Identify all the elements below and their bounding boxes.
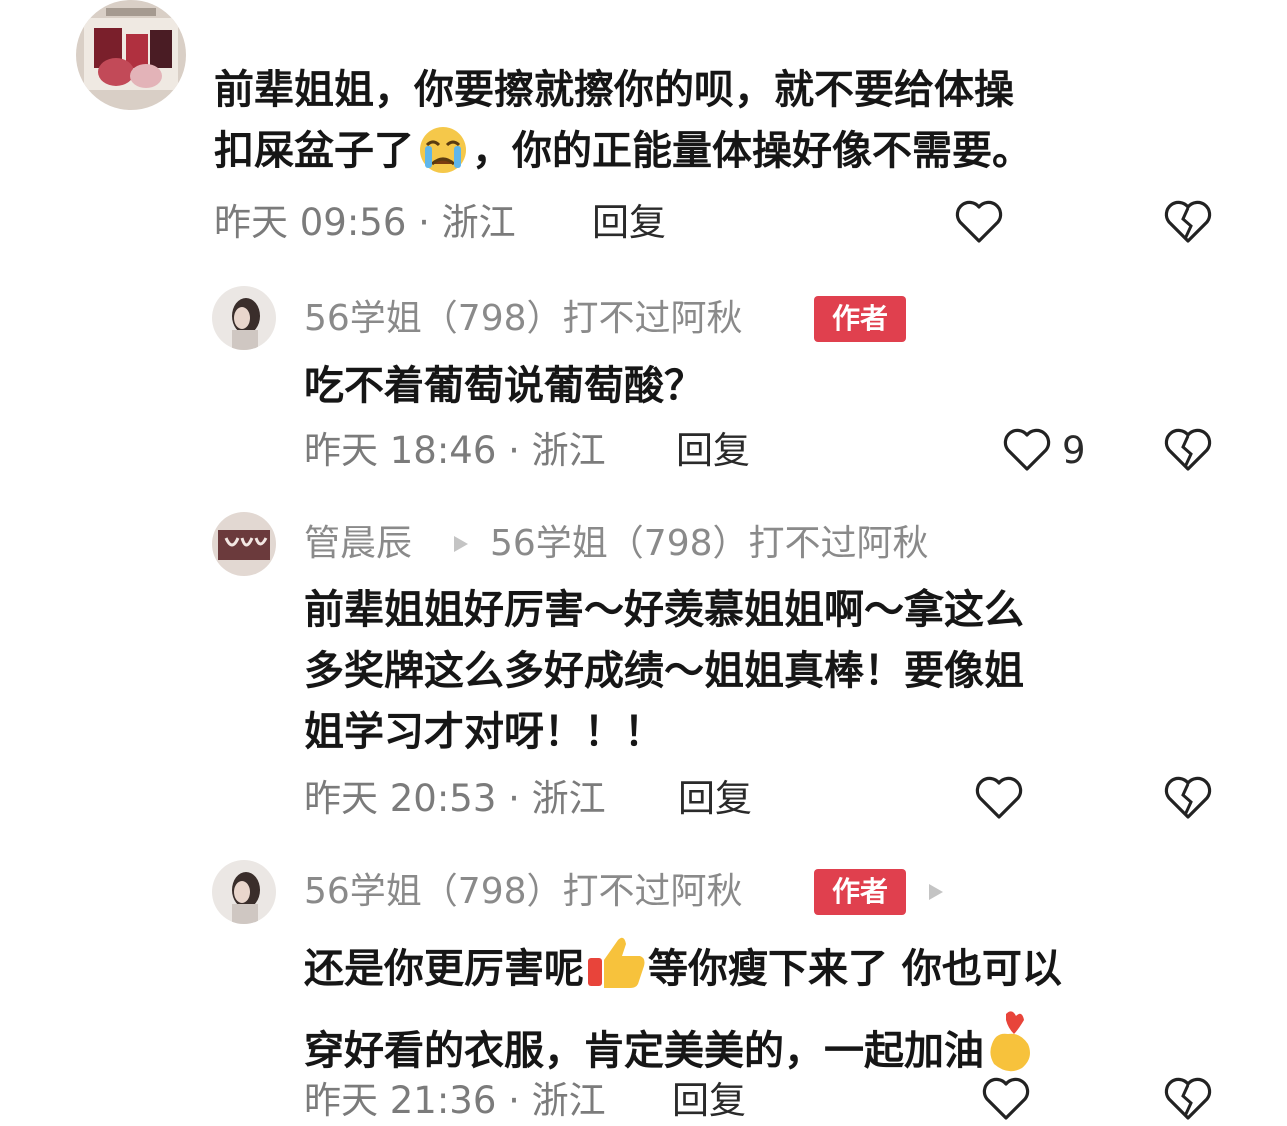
comment-line: 吃不着葡萄说葡萄酸？	[304, 363, 704, 409]
comment-text: 吃不着葡萄说葡萄酸？	[304, 356, 704, 417]
heart-outline-icon[interactable]	[1003, 427, 1051, 477]
comment-meta: 昨天 21:36 · 浙江	[304, 1079, 606, 1122]
comment-meta: 昨天 18:46 · 浙江	[304, 429, 606, 472]
comment-text: 前辈姐姐，你要擦就擦你的呗，就不要给体操 扣屎盆子了 ，你的正能量体操好像不需要。	[214, 60, 1032, 192]
comment-line: 前辈姐姐好厉害～好羡慕姐姐啊～拿这么	[304, 587, 1024, 633]
heart-outline-icon[interactable]	[955, 199, 1003, 249]
avatar[interactable]	[212, 860, 276, 924]
comment-line: 扣屎盆子了 ，你的正能量体操好像不需要。	[214, 121, 1032, 192]
comment-line: 姐学习才对呀！！！	[304, 709, 664, 755]
heart-outline-icon[interactable]	[975, 775, 1023, 825]
like-count: 9	[1062, 429, 1086, 472]
thumbs-up-emoji	[584, 932, 648, 1010]
username[interactable]: 56学姐（798）打不过阿秋	[304, 869, 743, 915]
username[interactable]: 56学姐（798）打不过阿秋	[304, 296, 743, 342]
author-badge: 作者	[814, 296, 906, 342]
reply-button[interactable]: 回复	[672, 1078, 746, 1124]
comment-line: 前辈姐姐，你要擦就擦你的呗，就不要给体操	[214, 67, 1014, 113]
avatar[interactable]	[212, 286, 276, 350]
reply-button[interactable]: 回复	[592, 200, 666, 246]
comment-text: 前辈姐姐好厉害～好羡慕姐姐啊～拿这么 多奖牌这么多好成绩～姐姐真棒！要像姐 姐学…	[304, 580, 1024, 763]
comment-meta: 昨天 09:56 · 浙江	[214, 201, 516, 244]
broken-heart-icon[interactable]	[1164, 199, 1212, 249]
play-triangle-icon	[926, 882, 946, 906]
comment-meta: 昨天 20:53 · 浙江	[304, 777, 606, 820]
broken-heart-icon[interactable]	[1164, 775, 1212, 825]
reply-to-username[interactable]: 56学姐（798）打不过阿秋	[490, 521, 929, 567]
reply-button[interactable]: 回复	[676, 428, 750, 474]
comment-line: 还是你更厉害呢 等你瘦下来了 你也可以	[304, 932, 1062, 1010]
username[interactable]: 管晨辰	[304, 521, 412, 567]
comment-text: 还是你更厉害呢 等你瘦下来了 你也可以 穿好看的衣服，肯定美美的，一起加油	[304, 932, 1062, 1092]
broken-heart-icon[interactable]	[1164, 1076, 1212, 1126]
avatar[interactable]	[76, 0, 186, 110]
play-triangle-icon	[451, 534, 471, 558]
reply-button[interactable]: 回复	[678, 776, 752, 822]
author-badge: 作者	[814, 869, 906, 915]
crying-emoji	[414, 124, 472, 192]
broken-heart-icon[interactable]	[1164, 427, 1212, 477]
comment-line: 多奖牌这么多好成绩～姐姐真棒！要像姐	[304, 648, 1024, 694]
avatar[interactable]	[212, 512, 276, 576]
heart-outline-icon[interactable]	[982, 1076, 1030, 1126]
